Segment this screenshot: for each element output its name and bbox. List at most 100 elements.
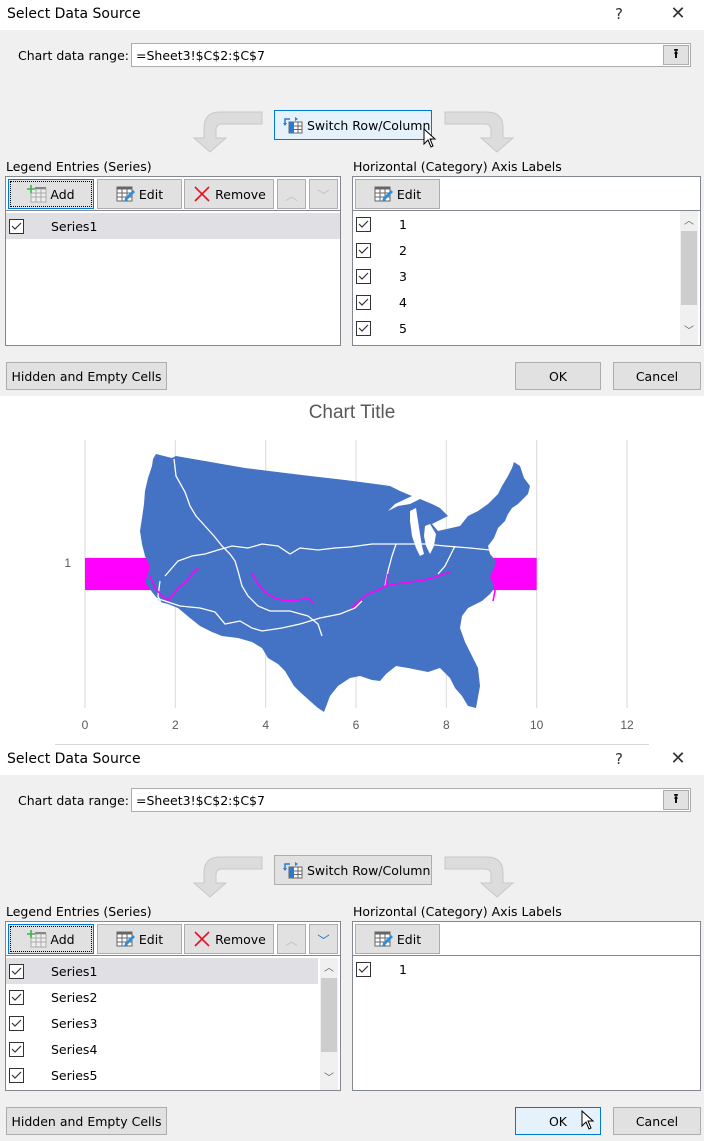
chart-area[interactable]: Chart Title 1 0 2 4 6 8 10 12 [0, 396, 704, 746]
hidden-empty-cells-label: Hidden and Empty Cells [11, 1113, 162, 1129]
series-list-item[interactable]: Series5 [6, 1062, 318, 1088]
checkmark-icon [11, 1071, 22, 1079]
chart-data-range-input[interactable]: =Sheet3!$C$2:$C$7 [131, 43, 691, 67]
collapse-dialog-button[interactable]: ⭱ [663, 790, 689, 810]
move-up-button[interactable]: ︿ [277, 179, 306, 209]
x-tick-label: 8 [443, 718, 450, 732]
scrollbar-thumb[interactable] [321, 978, 337, 1052]
edit-label: Edit [138, 931, 164, 947]
add-label: Add [50, 931, 75, 947]
hidden-empty-cells-button[interactable]: Hidden and Empty Cells [6, 362, 167, 390]
series-checkbox[interactable] [9, 963, 24, 979]
switch-row-column-button[interactable]: Switch Row/Column [274, 110, 432, 140]
legend-entries-panel: Add Edit Remove ︿ ﹀ [5, 921, 341, 1091]
move-down-button[interactable]: ﹀ [309, 179, 338, 209]
series-name: Series3 [51, 1015, 98, 1031]
edit-axis-labels-button[interactable]: Edit [355, 179, 440, 209]
scrollbar-thumb[interactable] [681, 231, 697, 305]
edit-series-button[interactable]: Edit [97, 924, 182, 954]
help-icon[interactable]: ? [615, 750, 623, 768]
series-checkbox[interactable] [9, 1015, 24, 1031]
category-label: 5 [399, 320, 407, 336]
remove-series-button[interactable]: Remove [184, 924, 274, 954]
edit-series-button[interactable]: Edit [97, 179, 182, 209]
close-icon[interactable]: ✕ [668, 3, 688, 24]
scroll-up-icon[interactable]: ︿ [680, 213, 698, 230]
series-list-item[interactable]: Series4 [6, 1036, 318, 1062]
category-list-item[interactable]: 2 [353, 237, 678, 263]
series-list-item[interactable]: Series1 [6, 958, 318, 984]
chart-data-range-input[interactable]: =Sheet3!$C$2:$C$7 [131, 788, 691, 812]
series-list-item[interactable]: Series3 [6, 1010, 318, 1036]
axis-labels-label: Horizontal (Category) Axis Labels [353, 159, 562, 174]
scroll-up-icon[interactable]: ︿ [320, 960, 338, 977]
checkmark-icon [358, 246, 369, 254]
checkmark-icon [358, 965, 369, 973]
collapse-icon: ⭱ [673, 47, 679, 62]
ok-button[interactable]: OK [515, 362, 601, 390]
chart-title[interactable]: Chart Title [309, 402, 396, 423]
cancel-button[interactable]: Cancel [613, 362, 701, 390]
edit-axis-labels-button[interactable]: Edit [355, 924, 440, 954]
category-checkbox[interactable] [356, 320, 371, 336]
title-bar: Select Data Source ? ✕ [0, 0, 704, 30]
category-checkbox[interactable] [356, 268, 371, 284]
switch-row-column-button[interactable]: Switch Row/Column [274, 855, 432, 885]
category-label: 2 [399, 242, 407, 258]
category-list-item[interactable]: 1 [353, 211, 678, 237]
edit-label: Edit [396, 931, 422, 947]
scroll-down-icon[interactable]: ﹀ [680, 323, 698, 340]
hidden-empty-cells-button[interactable]: Hidden and Empty Cells [6, 1107, 167, 1135]
series-list-item[interactable]: Series2 [6, 984, 318, 1010]
close-icon[interactable]: ✕ [668, 748, 688, 769]
bar-chart: Chart Title 1 0 2 4 6 8 10 12 [64, 402, 634, 732]
checkmark-icon [11, 1019, 22, 1027]
series-name: Series4 [51, 1041, 98, 1057]
legend-entries-label: Legend Entries (Series) [6, 159, 152, 174]
add-table-icon [27, 930, 47, 948]
arrow-left-down-icon [192, 856, 263, 898]
category-checkbox[interactable] [356, 294, 371, 310]
collapse-icon: ⭱ [673, 792, 679, 807]
remove-x-icon [194, 186, 210, 202]
series-name: Series5 [51, 1067, 98, 1083]
series-checkbox[interactable] [9, 1067, 24, 1083]
move-up-button[interactable]: ︿ [277, 924, 306, 954]
cancel-button[interactable]: Cancel [613, 1107, 701, 1135]
category-checkbox[interactable] [356, 242, 371, 258]
help-icon[interactable]: ? [615, 5, 623, 23]
series-list-item[interactable]: Series1 [6, 213, 340, 239]
series-checkbox[interactable] [9, 218, 24, 234]
legend-toolbar: Add Edit Remove ︿ ﹀ [6, 922, 340, 956]
category-scrollbar[interactable]: ︿ ﹀ [680, 211, 698, 345]
x-tick-label: 4 [262, 718, 269, 732]
move-down-button[interactable]: ﹀ [309, 924, 338, 954]
add-series-button[interactable]: Add [8, 924, 94, 954]
edit-table-icon [116, 186, 135, 202]
category-list-item[interactable]: 1 [353, 956, 698, 982]
scroll-down-icon[interactable]: ﹀ [320, 1070, 338, 1087]
series-name: Series1 [51, 963, 98, 979]
x-tick-label: 10 [530, 718, 544, 732]
axis-labels-label: Horizontal (Category) Axis Labels [353, 904, 562, 919]
arrow-right-down-icon [444, 111, 515, 153]
remove-series-button[interactable]: Remove [184, 179, 274, 209]
category-checkbox[interactable] [356, 961, 371, 977]
category-label: 3 [399, 268, 407, 284]
y-category-label: 1 [64, 556, 71, 570]
checkmark-icon [358, 298, 369, 306]
add-table-icon [27, 185, 47, 203]
category-checkbox[interactable] [356, 216, 371, 232]
series-scrollbar[interactable]: ︿ ﹀ [320, 958, 338, 1090]
category-list-item[interactable]: 4 [353, 289, 678, 315]
category-list-item[interactable]: 5 [353, 315, 678, 341]
legend-entries-label: Legend Entries (Series) [6, 904, 152, 919]
series-checkbox[interactable] [9, 989, 24, 1005]
category-list-item[interactable]: 3 [353, 263, 678, 289]
edit-table-icon [374, 931, 393, 947]
collapse-dialog-button[interactable]: ⭱ [663, 45, 689, 65]
remove-label: Remove [215, 186, 266, 202]
add-series-button[interactable]: Add [8, 179, 94, 209]
checkmark-icon [11, 1045, 22, 1053]
series-checkbox[interactable] [9, 1041, 24, 1057]
